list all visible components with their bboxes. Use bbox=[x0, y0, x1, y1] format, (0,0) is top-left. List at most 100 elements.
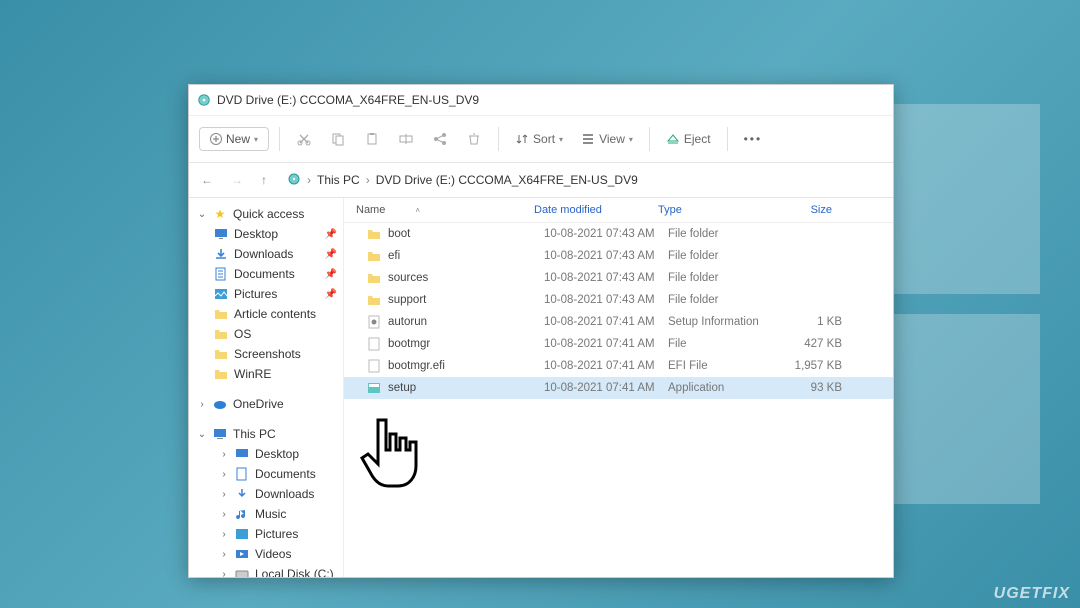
sidebar-pc-downloads[interactable]: ›Downloads bbox=[189, 484, 343, 504]
dvd-drive-icon bbox=[197, 93, 211, 107]
pin-icon: 📌 bbox=[325, 289, 337, 300]
sidebar-label: Pictures bbox=[234, 287, 277, 301]
sidebar-desktop[interactable]: Desktop📌 bbox=[189, 224, 343, 244]
paste-button[interactable] bbox=[358, 127, 386, 151]
toolbar: New ▾ Sort ▾ View ▾ bbox=[189, 116, 893, 163]
breadcrumb-this-pc[interactable]: This PC bbox=[317, 173, 360, 187]
file-row[interactable]: support10-08-2021 07:43 AMFile folder bbox=[344, 289, 893, 311]
up-button[interactable]: ↑ bbox=[257, 171, 271, 189]
new-button-label: New bbox=[226, 132, 250, 146]
copy-icon bbox=[330, 131, 346, 147]
caret-down-icon: ⌄ bbox=[197, 209, 207, 220]
caret-right-icon: › bbox=[219, 509, 229, 520]
file-row[interactable]: boot10-08-2021 07:43 AMFile folder bbox=[344, 223, 893, 245]
back-button[interactable]: ← bbox=[197, 171, 217, 189]
sidebar-this-pc[interactable]: ⌄ This PC bbox=[189, 424, 343, 444]
eject-button[interactable]: Eject bbox=[660, 128, 717, 150]
file-row[interactable]: bootmgr.efi10-08-2021 07:41 AMEFI File1,… bbox=[344, 355, 893, 377]
sidebar-label: Desktop bbox=[234, 227, 278, 241]
copy-button[interactable] bbox=[324, 127, 352, 151]
file-row[interactable]: bootmgr10-08-2021 07:41 AMFile427 KB bbox=[344, 333, 893, 355]
file-row[interactable]: autorun10-08-2021 07:41 AMSetup Informat… bbox=[344, 311, 893, 333]
file-name: bootmgr bbox=[388, 338, 430, 350]
file-size: 93 KB bbox=[772, 382, 842, 394]
column-headers[interactable]: Name˄ Date modified Type Size bbox=[344, 198, 893, 223]
sidebar-label: Documents bbox=[255, 467, 316, 481]
folder-icon bbox=[213, 306, 229, 322]
sidebar-pc-desktop[interactable]: ›Desktop bbox=[189, 444, 343, 464]
sidebar-pc-localdisk[interactable]: ›Local Disk (C:) bbox=[189, 564, 343, 577]
sidebar-winre[interactable]: WinRE bbox=[189, 364, 343, 384]
downloads-icon bbox=[234, 486, 250, 502]
view-label: View bbox=[599, 132, 625, 146]
file-type: File bbox=[668, 338, 772, 350]
explorer-window: DVD Drive (E:) CCCOMA_X64FRE_EN-US_DV9 N… bbox=[188, 84, 894, 578]
plus-icon bbox=[210, 133, 222, 145]
pc-icon bbox=[212, 426, 228, 442]
file-type: File folder bbox=[668, 272, 772, 284]
view-icon bbox=[581, 132, 595, 146]
documents-icon bbox=[234, 466, 250, 482]
sidebar-screenshots[interactable]: Screenshots bbox=[189, 344, 343, 364]
caret-right-icon: › bbox=[219, 569, 229, 578]
forward-button[interactable]: → bbox=[227, 171, 247, 189]
sidebar-pc-documents[interactable]: › Documents bbox=[189, 464, 343, 484]
file-type: EFI File bbox=[668, 360, 772, 372]
share-button[interactable] bbox=[426, 127, 454, 151]
sidebar-documents[interactable]: Documents📌 bbox=[189, 264, 343, 284]
rename-button[interactable] bbox=[392, 127, 420, 151]
caret-right-icon: › bbox=[219, 549, 229, 560]
titlebar[interactable]: DVD Drive (E:) CCCOMA_X64FRE_EN-US_DV9 bbox=[189, 85, 893, 116]
sidebar-os[interactable]: OS bbox=[189, 324, 343, 344]
desktop-icon bbox=[213, 226, 229, 242]
sidebar-pictures[interactable]: Pictures 📌 bbox=[189, 284, 343, 304]
file-row[interactable]: sources10-08-2021 07:43 AMFile folder bbox=[344, 267, 893, 289]
file-name: efi bbox=[388, 250, 400, 262]
col-date[interactable]: Date modified bbox=[534, 204, 658, 216]
sidebar-pc-videos[interactable]: ›Videos bbox=[189, 544, 343, 564]
breadcrumb[interactable]: › This PC › DVD Drive (E:) CCCOMA_X64FRE… bbox=[281, 169, 885, 192]
cut-button[interactable] bbox=[290, 127, 318, 151]
cut-icon bbox=[296, 131, 312, 147]
navbar: ← → ↑ › This PC › DVD Drive (E:) CCCOMA_… bbox=[189, 163, 893, 198]
sort-button[interactable]: Sort ▾ bbox=[509, 128, 569, 150]
file-date: 10-08-2021 07:41 AM bbox=[544, 382, 668, 394]
delete-button[interactable] bbox=[460, 127, 488, 151]
onedrive-icon bbox=[212, 396, 228, 412]
nav-pane[interactable]: ⌄ ★ Quick access Desktop📌 Downloads📌 Doc… bbox=[189, 198, 344, 577]
file-list[interactable]: boot10-08-2021 07:43 AMFile folder efi 10-… bbox=[344, 223, 893, 577]
breadcrumb-current[interactable]: DVD Drive (E:) CCCOMA_X64FRE_EN-US_DV9 bbox=[376, 173, 638, 187]
trash-icon bbox=[466, 131, 482, 147]
file-row[interactable]: setup10-08-2021 07:41 AMApplication93 KB bbox=[344, 377, 893, 399]
sidebar-label: Pictures bbox=[255, 527, 298, 541]
sidebar-downloads[interactable]: Downloads📌 bbox=[189, 244, 343, 264]
folder-icon bbox=[366, 226, 382, 242]
app-icon bbox=[366, 380, 382, 396]
file-date: 10-08-2021 07:43 AM bbox=[544, 250, 668, 262]
rename-icon bbox=[398, 131, 414, 147]
breadcrumb-sep: › bbox=[307, 173, 311, 187]
file-list-pane: Name˄ Date modified Type Size boot10-08-… bbox=[344, 198, 893, 577]
eject-label: Eject bbox=[684, 132, 711, 146]
col-type[interactable]: Type bbox=[658, 204, 762, 216]
sidebar-label: This PC bbox=[233, 427, 276, 441]
col-size[interactable]: Size bbox=[762, 204, 832, 216]
sidebar-quick-access[interactable]: ⌄ ★ Quick access bbox=[189, 204, 343, 224]
file-row[interactable]: efi 10-08-2021 07:43 AMFile folder bbox=[344, 245, 893, 267]
file-name: bootmgr.efi bbox=[388, 360, 445, 372]
sidebar-label: WinRE bbox=[234, 367, 271, 381]
sidebar-onedrive[interactable]: › OneDrive bbox=[189, 394, 343, 414]
star-icon: ★ bbox=[212, 206, 228, 222]
file-type: File folder bbox=[668, 250, 772, 262]
sidebar-article-contents[interactable]: Article contents bbox=[189, 304, 343, 324]
col-name[interactable]: Name˄ bbox=[356, 204, 534, 216]
sidebar-label: Article contents bbox=[234, 307, 316, 321]
sidebar-pc-pictures[interactable]: ›Pictures bbox=[189, 524, 343, 544]
sidebar-pc-music[interactable]: ›Music bbox=[189, 504, 343, 524]
caret-right-icon: › bbox=[219, 469, 229, 480]
more-button[interactable]: ••• bbox=[738, 128, 769, 150]
new-button[interactable]: New ▾ bbox=[199, 127, 269, 151]
sort-icon bbox=[515, 132, 529, 146]
pin-icon: 📌 bbox=[325, 249, 337, 260]
view-button[interactable]: View ▾ bbox=[575, 128, 639, 150]
